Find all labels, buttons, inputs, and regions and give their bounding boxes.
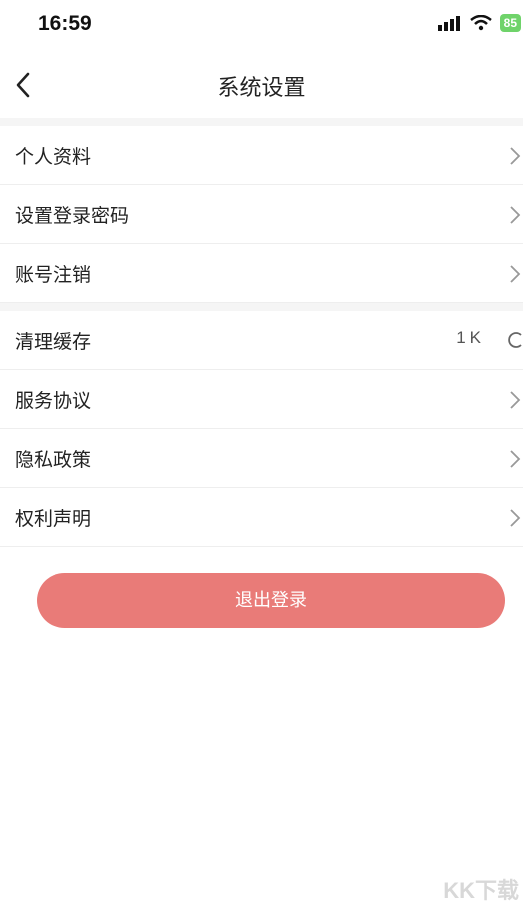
row-set-password[interactable]: 设置登录密码: [0, 185, 523, 244]
watermark: KK下载: [443, 878, 519, 903]
row-label: 个人资料: [15, 146, 92, 168]
row-label: 权利声明: [15, 508, 92, 530]
row-clear-cache[interactable]: 清理缓存 1K: [0, 311, 523, 370]
row-service-agreement[interactable]: 服务协议: [0, 370, 523, 429]
refresh-icon[interactable]: [507, 331, 523, 349]
chevron-right-icon: [510, 450, 521, 468]
status-time: 16:59: [38, 12, 92, 35]
row-privacy-policy[interactable]: 隐私政策: [0, 429, 523, 488]
settings-group-general: 清理缓存 1K 服务协议 隐私政策 权利声明: [0, 303, 523, 547]
row-label: 服务协议: [15, 390, 92, 412]
row-rights-statement[interactable]: 权利声明: [0, 488, 523, 547]
battery-indicator: 85: [499, 14, 521, 32]
chevron-right-icon: [510, 147, 521, 165]
row-label: 隐私政策: [15, 449, 92, 471]
row-label: 设置登录密码: [15, 205, 130, 227]
row-personal-info[interactable]: 个人资料: [0, 126, 523, 185]
section-divider: [0, 118, 523, 126]
chevron-right-icon: [510, 509, 521, 527]
section-divider: [0, 303, 523, 311]
chevron-right-icon: [510, 206, 521, 224]
status-icons: 85: [437, 14, 521, 32]
page-title: 系统设置: [217, 76, 306, 101]
chevron-right-icon: [510, 391, 521, 409]
settings-group-account: 个人资料 设置登录密码 账号注销: [0, 118, 523, 303]
wifi-icon: [469, 15, 492, 31]
row-delete-account[interactable]: 账号注销: [0, 244, 523, 303]
signal-icon: [437, 16, 460, 31]
cache-size: 1K: [456, 328, 485, 347]
row-label: 账号注销: [15, 264, 92, 286]
nav-bar: 系统设置: [0, 56, 523, 116]
logout-button[interactable]: 退出登录: [37, 573, 505, 628]
status-bar: 16:59 85: [0, 0, 523, 50]
chevron-right-icon: [510, 265, 521, 283]
row-label: 清理缓存: [15, 331, 92, 353]
